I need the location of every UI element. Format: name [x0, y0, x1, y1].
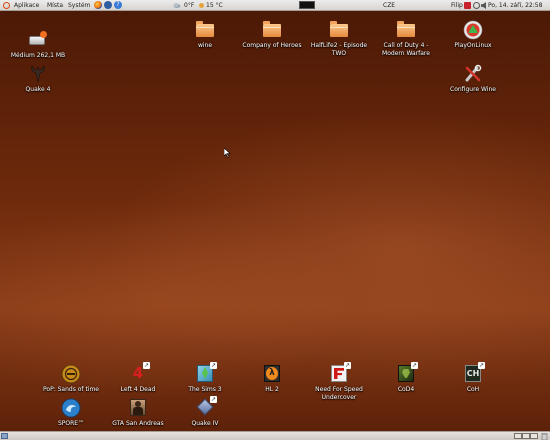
desktop-icon-label: The Sims 3 — [188, 386, 222, 393]
desktop-icon-label: Company of Heroes — [242, 42, 302, 49]
desktop-icon-pop-sands-of-time[interactable]: PoP: Sands of time — [41, 364, 101, 394]
power-icon[interactable] — [464, 2, 471, 9]
desktop-icon-label: Need For Speed Undercover — [315, 386, 363, 401]
desktop-icon-playonlinux[interactable]: PlayOnLinux — [443, 20, 503, 50]
desktop-icon-label: CoD4 — [397, 386, 415, 393]
desktop-icon-left-4-dead[interactable]: 4 ↗ Left 4 Dead — [108, 362, 168, 394]
desktop-icon-label: Quake 4 — [25, 86, 51, 93]
workspace-3[interactable] — [530, 433, 538, 439]
sims-plumbob-icon: ↗ — [195, 362, 217, 384]
desktop-icon-label: Quake IV — [191, 420, 219, 427]
desktop-icon-spore[interactable]: SPORE™ — [41, 398, 101, 428]
desktop-folder-company-of-heroes[interactable]: Company of Heroes — [242, 20, 302, 50]
keyboard-layout-indicator[interactable]: CZE — [383, 0, 395, 11]
trash-icon[interactable] — [541, 432, 548, 440]
left4dead-icon: 4 ↗ — [132, 362, 150, 382]
show-desktop-button[interactable] — [1, 433, 8, 439]
menu-applications[interactable]: Aplikace — [14, 0, 39, 11]
folder-icon — [262, 20, 282, 40]
user-name[interactable]: Filip — [451, 0, 463, 11]
desktop-icon-label: PlayOnLinux — [454, 42, 492, 49]
bottom-panel — [0, 431, 550, 440]
desktop-icon-label: PoP: Sands of time — [43, 386, 99, 393]
desktop-icon-label: Call of Duty 4 - Modern Warfare — [382, 42, 430, 57]
volume-icon[interactable] — [481, 2, 486, 9]
desktop-icon-cod4[interactable]: ↗ CoD4 — [376, 362, 436, 394]
desktop-icon-the-sims-3[interactable]: ↗ The Sims 3 — [175, 362, 235, 394]
folder-icon — [329, 20, 349, 40]
desktop-icon-label: Médium 262,1 MB — [10, 52, 66, 59]
top-panel: Aplikace Místa Systém ? 0°F 15 °C CZE Fi… — [0, 0, 550, 11]
email-client-icon[interactable] — [104, 1, 112, 9]
desktop-icon-label: SPORE™ — [57, 420, 85, 427]
call-of-duty-icon: ↗ — [396, 362, 418, 384]
configure-wine-icon — [465, 64, 482, 82]
help-icon[interactable]: ? — [114, 1, 122, 9]
desktop-icon-label: wine — [197, 42, 213, 49]
mouse-pointer-icon — [224, 148, 231, 158]
prince-of-persia-medallion-icon — [61, 364, 81, 384]
desktop-icon-coh[interactable]: CH ↗ CoH — [443, 362, 503, 394]
desktop-icon-label: GTA San Andreas — [112, 420, 164, 427]
desktop-icon-need-for-speed-undercover[interactable]: ↗ Need For Speed Undercover — [309, 362, 369, 401]
desktop-icon-gta-san-andreas[interactable]: GTA San Andreas — [108, 398, 168, 428]
clock[interactable]: Po, 14. září, 22:58 — [488, 0, 542, 11]
ubuntu-logo-icon[interactable] — [3, 2, 10, 9]
desktop-icon-label: CoH — [466, 386, 480, 393]
menu-places[interactable]: Místa — [47, 0, 63, 11]
folder-icon — [195, 20, 215, 40]
desktop-icon-label: HalfLife2 - Episode TWO — [310, 42, 368, 57]
quake-iv-icon: ↗ — [195, 396, 217, 418]
workspace-1[interactable] — [514, 433, 522, 439]
desktop-folder-wine[interactable]: wine — [175, 20, 235, 50]
system-monitor-graph[interactable] — [299, 1, 315, 9]
folder-icon — [396, 20, 416, 40]
temperature-readout[interactable]: 15 °C — [206, 0, 223, 11]
playonlinux-icon — [463, 20, 483, 40]
quake-logo-icon — [31, 65, 45, 83]
workspace-2[interactable] — [522, 433, 530, 439]
gta-san-andreas-icon — [128, 398, 148, 418]
weather-cloud-icon[interactable] — [173, 1, 181, 9]
desktop-folder-call-of-duty-4[interactable]: Call of Duty 4 - Modern Warfare — [376, 20, 436, 57]
desktop-folder-halflife2-episode-two[interactable]: HalfLife2 - Episode TWO — [309, 20, 369, 57]
weather-readout[interactable]: 0°F — [184, 0, 194, 11]
need-for-speed-icon: ↗ — [329, 362, 351, 384]
network-icon[interactable] — [473, 2, 480, 9]
desktop-icon-label: Configure Wine — [450, 86, 496, 93]
half-life-lambda-icon: λ — [262, 364, 282, 384]
desktop-icon-label: HL 2 — [265, 386, 279, 393]
desktop-icon-label: Left 4 Dead — [120, 386, 156, 393]
sun-icon — [199, 3, 204, 8]
desktop-icon-medium-drive[interactable]: Médium 262,1 MB — [8, 30, 68, 60]
menu-system[interactable]: Systém — [68, 0, 90, 11]
desktop-icon-quake-iv[interactable]: ↗ Quake IV — [175, 396, 235, 428]
removable-drive-icon — [28, 30, 48, 50]
desktop-icon-hl2[interactable]: λ HL 2 — [242, 364, 302, 394]
spore-icon — [61, 398, 81, 418]
company-of-heroes-icon: CH ↗ — [463, 362, 485, 384]
desktop-icon-quake4[interactable]: Quake 4 — [8, 64, 68, 94]
desktop-icon-configure-wine[interactable]: Configure Wine — [443, 64, 503, 94]
firefox-icon[interactable] — [94, 1, 102, 9]
